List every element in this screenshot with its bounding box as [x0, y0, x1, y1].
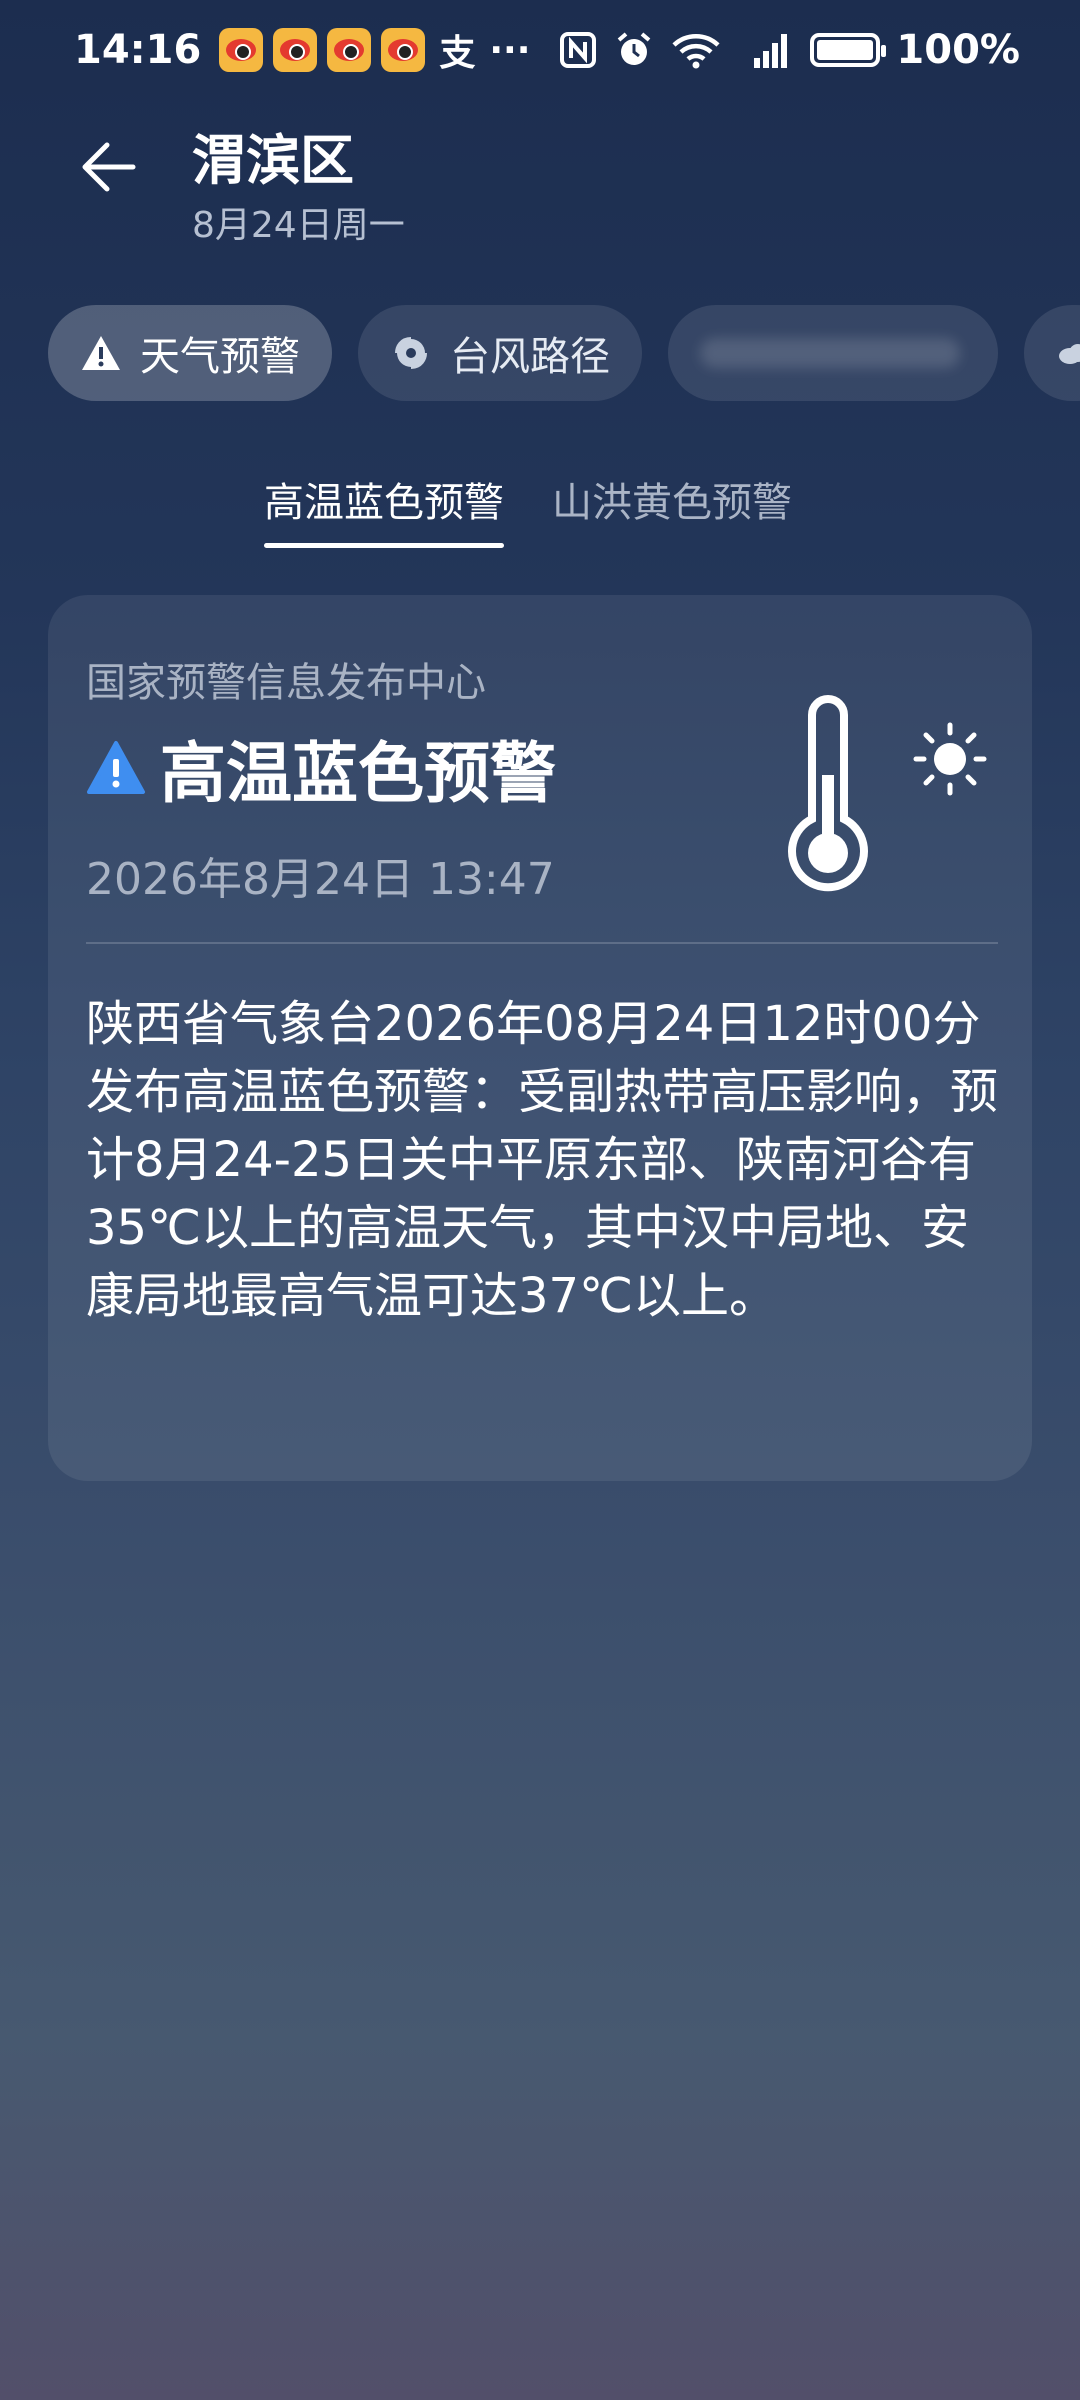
alert-source: 国家预警信息发布中心 — [86, 660, 486, 706]
header: 渭滨区 8月24日周一 — [0, 110, 1080, 246]
nfc-icon — [558, 30, 598, 70]
weibo-notification-icon — [327, 28, 372, 72]
chip-hidden-option[interactable] — [668, 305, 998, 401]
chip-partial-option[interactable] — [1024, 305, 1080, 401]
back-button[interactable] — [74, 132, 144, 202]
alert-title: 高温蓝色预警 — [160, 735, 556, 812]
alert-title-row: 高温蓝色预警 — [86, 720, 556, 816]
cellular-signal-icon — [738, 30, 794, 70]
category-chips: 天气预警 台风路径 — [48, 305, 1080, 401]
blue-warning-icon — [87, 741, 145, 794]
weibo-notification-icon — [273, 28, 318, 72]
tab-high-temp-blue[interactable]: 高温蓝色预警 — [264, 470, 504, 548]
alert-description: 陕西省气象台2026年08月24日12时00分发布高温蓝色预警：受副热带高压影响… — [86, 996, 999, 1324]
weibo-notification-icon — [381, 28, 426, 72]
page-subtitle-date: 8月24日周一 — [192, 205, 405, 246]
back-arrow-icon — [82, 142, 136, 192]
more-notifications-indicator: ··· — [489, 29, 531, 71]
typhoon-icon — [390, 332, 432, 374]
card-divider — [86, 942, 998, 944]
chip-weather-alert-label: 天气预警 — [140, 334, 300, 380]
wifi-icon — [670, 30, 722, 70]
cloud-icon — [1056, 332, 1080, 374]
alipay-notification-icon: 支 — [439, 33, 476, 74]
alert-time: 2026年8月24日 13:47 — [86, 854, 555, 905]
battery-percentage: 100% — [896, 27, 1020, 73]
chip-weather-alert[interactable]: 天气预警 — [48, 305, 332, 401]
tab-flash-flood-yellow[interactable]: 山洪黄色预警 — [552, 470, 792, 548]
warning-triangle-icon — [80, 332, 122, 374]
battery-icon — [810, 33, 887, 67]
thermometer-sun-icon — [788, 695, 987, 892]
alarm-clock-icon — [614, 30, 654, 70]
blurred-content — [700, 338, 960, 368]
chip-typhoon-path[interactable]: 台风路径 — [358, 305, 642, 401]
weibo-notification-icon — [219, 28, 264, 72]
chip-typhoon-label: 台风路径 — [450, 334, 610, 380]
status-bar: 14:16 支 ··· 100% — [0, 0, 1080, 100]
alert-card: 国家预警信息发布中心 高温蓝色预警 2026年8月24日 13:47 陕西省气象… — [48, 595, 1032, 1481]
status-right: 100% — [558, 27, 1020, 73]
page-title: 渭滨区 — [192, 129, 354, 192]
alert-tabs: 高温蓝色预警 山洪黄色预警 — [264, 470, 792, 548]
status-left: 14:16 支 ··· — [74, 24, 530, 76]
status-time: 14:16 — [74, 27, 202, 73]
